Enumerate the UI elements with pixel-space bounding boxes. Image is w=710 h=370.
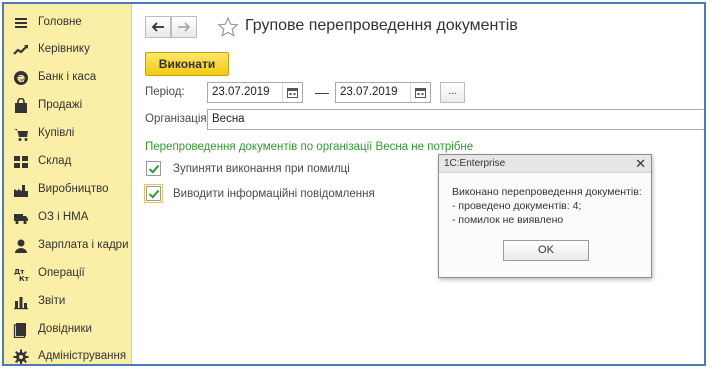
person-icon <box>13 238 29 254</box>
show-info-checkbox[interactable] <box>144 184 163 203</box>
sidebar-item-label: Банк і каса <box>38 71 97 83</box>
stop-on-error-label: Зупиняти виконання при помилці <box>173 163 350 175</box>
close-icon[interactable]: ✕ <box>635 157 646 170</box>
sidebar-item-reports[interactable]: Звіти <box>4 289 132 315</box>
back-button[interactable] <box>145 16 171 38</box>
app-window: Головне Керівнику ₴ Банк і каса Продажі … <box>2 2 706 366</box>
organization-value: Весна <box>212 113 245 125</box>
favorite-star-icon[interactable] <box>217 16 239 38</box>
sidebar-item-label: Довідники <box>38 323 92 335</box>
sidebar-item-label: Виробництво <box>38 183 109 195</box>
shopping-bag-icon <box>13 97 29 114</box>
date-to-value: 23.07.2019 <box>340 86 398 98</box>
shopping-cart-icon <box>13 126 29 142</box>
sidebar-item-label: ОЗ і НМА <box>38 211 89 223</box>
date-separator: — <box>315 84 329 100</box>
checkmark-icon <box>148 164 160 174</box>
date-from-value: 23.07.2019 <box>212 86 270 98</box>
sidebar-item-label: Купівлі <box>38 127 75 139</box>
svg-text:₴: ₴ <box>17 74 26 85</box>
organization-label: Організація: <box>145 113 210 125</box>
forward-button[interactable] <box>171 16 197 38</box>
sidebar-item-label: Керівнику <box>38 43 90 55</box>
sidebar: Головне Керівнику ₴ Банк і каса Продажі … <box>4 4 132 364</box>
arrow-right-icon <box>177 22 191 32</box>
sidebar-item-label: Продажі <box>38 99 83 111</box>
sidebar-item-label: Головне <box>38 16 82 28</box>
dialog-message-line: Виконано перепроведення документів: <box>452 186 642 198</box>
sidebar-item-salary[interactable]: Зарплата і кадри <box>4 233 132 259</box>
sidebar-item-bank[interactable]: ₴ Банк і каса <box>4 65 132 91</box>
sidebar-item-operations[interactable]: Дт Кт Операції <box>4 261 132 287</box>
select-period-button[interactable]: ... <box>440 82 465 103</box>
run-button[interactable]: Виконати <box>145 52 229 76</box>
date-from-field[interactable]: 23.07.2019 <box>207 82 303 103</box>
gear-icon <box>13 349 29 364</box>
sidebar-item-directories[interactable]: Довідники <box>4 317 132 343</box>
status-message: Перепроведення документів по організації… <box>145 141 474 153</box>
sidebar-item-home[interactable]: Головне <box>4 10 132 36</box>
sidebar-item-assets[interactable]: ОЗ і НМА <box>4 205 132 231</box>
sidebar-item-label: Склад <box>38 155 72 167</box>
sidebar-item-warehouse[interactable]: Склад <box>4 149 132 175</box>
factory-icon <box>13 182 29 198</box>
dt-kt-icon: Дт Кт <box>13 266 30 283</box>
currency-coin-icon: ₴ <box>13 70 29 86</box>
sidebar-item-label: Звіти <box>38 295 66 307</box>
trend-chart-icon <box>13 42 29 58</box>
warehouse-grid-icon <box>13 154 29 170</box>
calendar-icon[interactable] <box>282 83 302 102</box>
message-dialog: 1C:Enterprise ✕ Виконано перепроведення … <box>438 154 652 278</box>
truck-icon <box>13 210 29 226</box>
show-info-label: Виводити інформаційні повідомлення <box>173 188 375 200</box>
sidebar-item-purchases[interactable]: Купівлі <box>4 121 132 147</box>
book-icon <box>13 322 29 339</box>
sidebar-item-label: Адміністрування <box>38 350 127 362</box>
menu-lines-icon <box>13 15 29 31</box>
period-label: Період: <box>145 86 185 98</box>
dialog-header: 1C:Enterprise ✕ <box>439 155 651 173</box>
sidebar-item-label: Операції <box>38 267 85 279</box>
sidebar-item-manager[interactable]: Керівнику <box>4 37 132 63</box>
page-title: Групове перепроведення документів <box>245 17 518 34</box>
dialog-message-line: - помилок не виявлено <box>452 214 564 226</box>
dialog-message-line: - проведено документів: 4; <box>452 200 582 212</box>
calendar-icon[interactable] <box>410 83 430 102</box>
sidebar-item-label: Зарплата і кадри <box>38 239 129 251</box>
sidebar-item-sales[interactable]: Продажі <box>4 93 132 119</box>
date-to-field[interactable]: 23.07.2019 <box>335 82 431 103</box>
organization-field[interactable]: Весна <box>207 109 704 130</box>
stop-on-error-checkbox[interactable] <box>146 161 161 176</box>
svg-text:Кт: Кт <box>19 275 29 282</box>
sidebar-item-administration[interactable]: Адміністрування <box>4 344 132 364</box>
ok-button[interactable]: OK <box>503 240 589 261</box>
dialog-title: 1C:Enterprise <box>444 158 506 169</box>
arrow-left-icon <box>151 22 165 32</box>
checkmark-icon <box>148 189 160 199</box>
sidebar-item-production[interactable]: Виробництво <box>4 177 132 203</box>
bar-chart-icon <box>13 294 29 310</box>
